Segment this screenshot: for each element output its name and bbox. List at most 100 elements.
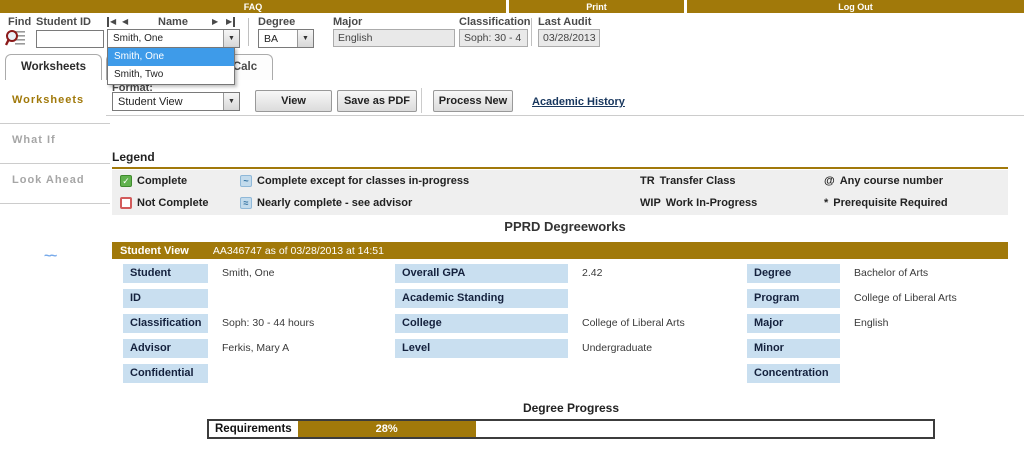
name-combobox[interactable]: Smith, One ▼ [107,29,240,48]
format-combobox-value: Student View [113,93,223,110]
legend-item-any-course: @ Any course number [824,175,1008,187]
sidebar-item-look-ahead[interactable]: Look Ahead [0,164,110,204]
block-header-title: Student View [112,245,189,257]
degree-label: Degree [258,16,295,28]
legend-item-not-complete: Not Complete [120,197,240,209]
progress-fill: 28% [298,421,476,437]
info-value-student: Smith, One [208,264,395,283]
degreeworks-page: FAQ Print Log Out Find Student ID ◀ ◀ Na… [0,0,1024,458]
legend-text: Nearly complete - see advisor [257,197,412,209]
degree-progress-section: Degree Progress Requirements 28% [207,401,935,439]
legend-text: Transfer Class [660,175,736,187]
legend-box: ✓ Complete ~ Complete except for classes… [112,170,1008,215]
asterisk-symbol: * [824,197,828,209]
legend-item-in-progress: ~ Complete except for classes in-progres… [240,175,640,187]
student-id-input[interactable] [36,30,104,48]
block-header: Student View AA346747 as of 03/28/2013 a… [112,242,1008,259]
info-label-academic-standing: Academic Standing [395,289,568,308]
student-id-label: Student ID [36,16,91,28]
stray-mark: ~~ [44,248,55,263]
nearly-complete-approx-icon: ≈ [240,197,252,209]
find-student-icon[interactable] [5,29,26,52]
info-label-student: Student [123,264,208,283]
info-label-degree: Degree [747,264,840,283]
name-dropdown-list: Smith, One Smith, Two [107,47,235,85]
info-value-minor [840,339,1008,358]
name-combobox-arrow-icon[interactable]: ▼ [223,30,239,47]
academic-history-link[interactable]: Academic History [532,96,625,108]
legend-text: Not Complete [137,197,209,209]
classification-field: Soph: 30 - 4 [459,29,528,47]
name-option-smith-one[interactable]: Smith, One [108,48,234,66]
major-field: English [333,29,455,47]
name-option-smith-two[interactable]: Smith, Two [108,66,234,84]
info-label-level: Level [395,339,568,358]
find-label: Find [8,16,31,28]
nav-first-icon[interactable]: ◀ [107,17,116,27]
info-label-advisor: Advisor [123,339,208,358]
progress-track: 28% [298,421,933,437]
wip-code: WIP [640,197,661,209]
legend-text: Complete [137,175,187,187]
toolbar-divider [421,88,422,113]
save-as-pdf-button[interactable]: Save as PDF [337,90,417,112]
info-value-level: Undergraduate [568,339,747,358]
sidebar: Worksheets What If Look Ahead [0,84,110,204]
info-value-college: College of Liberal Arts [568,314,747,333]
info-label-college: College [395,314,568,333]
page-title: PPRD Degreeworks [106,219,1024,234]
nav-prev-icon[interactable]: ◀ [122,17,128,27]
sidebar-item-worksheets[interactable]: Worksheets [0,84,110,124]
classification-label: Classification [459,16,531,28]
info-label-major: Major [747,314,840,333]
top-nav-bar: FAQ Print Log Out [0,0,1024,13]
legend-item-transfer: TR Transfer Class [640,175,824,187]
legend-item-complete: ✓ Complete [120,175,240,187]
info-value-overall-gpa: 2.42 [568,264,747,283]
info-value-academic-standing [568,289,747,308]
format-combobox[interactable]: Student View ▼ [112,92,240,111]
nav-last-icon[interactable]: ▶ [226,17,235,27]
student-view-report: Student View AA346747 as of 03/28/2013 a… [112,242,1008,439]
info-label-id: ID [123,289,208,308]
name-label: Name [158,16,188,28]
logout-link[interactable]: Log Out [687,0,1024,13]
info-value-classification: Soph: 30 - 44 hours [208,314,395,333]
format-combobox-arrow-icon[interactable]: ▼ [223,93,239,110]
info-label-concentration: Concentration [747,364,840,383]
info-label-program: Program [747,289,840,308]
info-spacer [568,364,747,383]
not-complete-box-icon [120,197,132,209]
student-info-table: Student Smith, One Overall GPA 2.42 Degr… [112,264,1008,383]
nav-next-icon[interactable]: ▶ [212,17,218,27]
info-label-confidential: Confidential [123,364,208,383]
content-divider [106,115,1024,116]
legend-text: Any course number [840,175,943,187]
legend-text: Complete except for classes in-progress [257,175,469,187]
legend-title: Legend [112,150,155,164]
tab-worksheets[interactable]: Worksheets [5,54,102,80]
requirements-progress-bar: Requirements 28% [207,419,935,439]
last-audit-label: Last Audit [538,16,591,28]
view-button[interactable]: View [255,90,332,112]
degree-combobox-arrow-icon[interactable]: ▼ [297,30,313,47]
info-value-advisor: Ferkis, Mary A [208,339,395,358]
sidebar-item-what-if[interactable]: What If [0,124,110,164]
faq-link[interactable]: FAQ [0,0,506,13]
info-value-concentration [840,364,1008,383]
legend-underline [112,167,1008,169]
print-link[interactable]: Print [509,0,684,13]
info-value-degree: Bachelor of Arts [840,264,1008,283]
legend-item-wip: WIP Work In-Progress [640,197,824,209]
info-spacer [395,364,568,383]
requirements-label: Requirements [209,421,298,437]
complete-check-icon: ✓ [120,175,132,187]
process-new-button[interactable]: Process New [433,90,513,112]
legend-item-prerequisite: * Prerequisite Required [824,197,1008,209]
name-combobox-value: Smith, One [108,30,223,47]
finder-divider [248,18,249,46]
degree-combobox[interactable]: BA ▼ [258,29,314,48]
finder-divider-2 [531,18,532,46]
info-label-overall-gpa: Overall GPA [395,264,568,283]
info-label-classification: Classification [123,314,208,333]
